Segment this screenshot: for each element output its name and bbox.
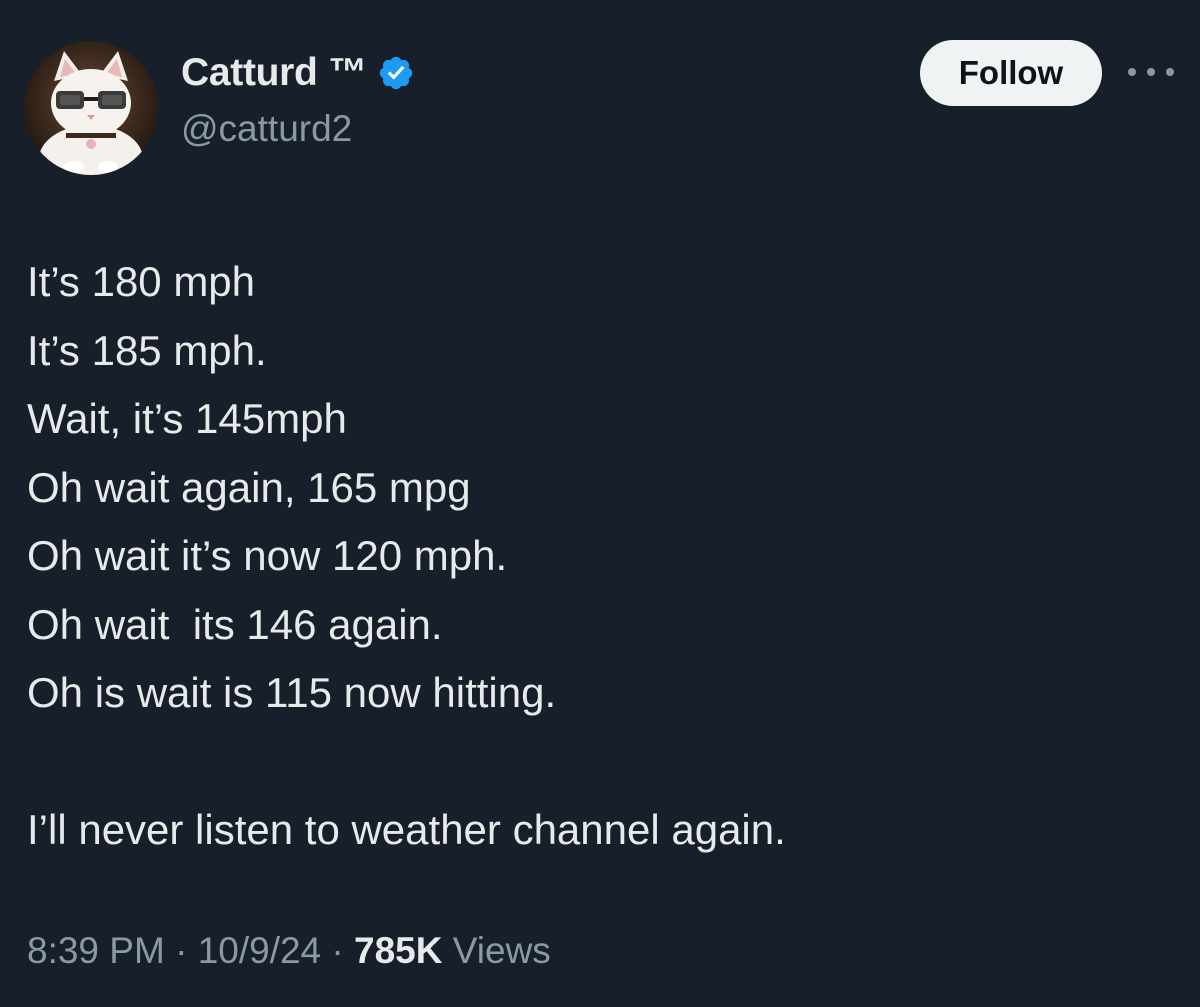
tweet-line: Oh is wait is 115 now hitting. — [27, 669, 557, 716]
meta-separator: · — [331, 930, 344, 971]
more-dot — [1128, 68, 1136, 76]
tweet-line: I’ll never listen to weather channel aga… — [27, 806, 786, 853]
more-dot — [1166, 68, 1174, 76]
tweet-line: Oh wait it’s now 120 mph. — [27, 532, 508, 579]
more-dot — [1147, 68, 1155, 76]
views-label: Views — [452, 930, 551, 971]
tweet-date[interactable]: 10/9/24 — [198, 930, 321, 971]
tweet-line: Oh wait its 146 again. — [27, 600, 443, 648]
more-horizontal-icon[interactable] — [1128, 60, 1174, 84]
tweet-meta: 8:39 PM · 10/9/24 · 785K Views — [27, 930, 551, 972]
tweet-card: Catturd ™ @catturd2 Follow It’s 180 mph … — [0, 0, 1200, 1007]
author-handle[interactable]: @catturd2 — [181, 108, 352, 150]
tweet-line: It’s 185 mph. — [27, 326, 267, 374]
tweet-line: Oh wait again, 165 mpg — [27, 463, 471, 511]
tweet-text: It’s 180 mph It’s 185 mph. Wait, it’s 14… — [27, 248, 1177, 865]
cat-avatar-icon — [24, 41, 158, 175]
tweet-line: Wait, it’s 145mph — [27, 395, 347, 442]
avatar[interactable] — [24, 41, 158, 175]
display-name[interactable]: Catturd ™ — [181, 51, 367, 95]
meta-separator: · — [175, 930, 188, 971]
follow-button[interactable]: Follow — [920, 40, 1102, 106]
author-name-row: Catturd ™ — [181, 48, 415, 98]
views-count: 785K — [354, 930, 443, 971]
verified-badge-icon — [377, 54, 415, 92]
tweet-time[interactable]: 8:39 PM — [27, 930, 165, 971]
tweet-line: It’s 180 mph — [27, 258, 256, 305]
